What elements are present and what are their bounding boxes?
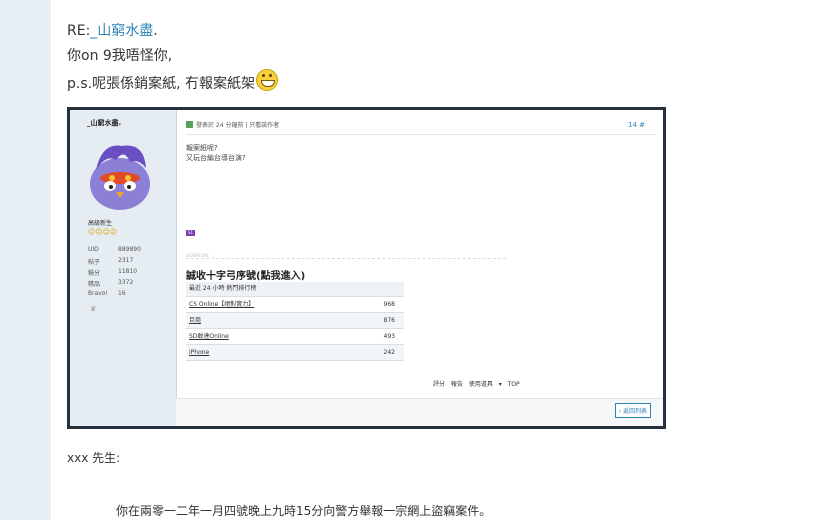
row-name[interactable]: 巨商: [189, 313, 201, 328]
author-name: _山窮水盡.: [87, 119, 122, 127]
divider: [186, 134, 656, 135]
stat-row: 積分 11810: [88, 268, 141, 279]
row-value: 968: [383, 301, 395, 308]
stat-label: 精品: [88, 281, 101, 288]
left-margin-strip: [0, 0, 51, 520]
stat-value: 16: [118, 290, 126, 297]
grin-icon: [255, 69, 278, 91]
post-footer: ‹ 返回列表: [176, 398, 663, 426]
post-line-3: p.s.呢張係銷案紙, 冇報案紙架: [67, 69, 278, 93]
stat-label: UID: [88, 246, 99, 253]
floor-number[interactable]: 14 #: [628, 121, 645, 129]
post-main: 發表於 24 分鐘前 | 只看該作者 14 # 報案紙呢? 又玩台編台導台演? …: [180, 110, 663, 398]
message-line: 又玩台編台導台演?: [186, 154, 246, 162]
reply-suffix: .: [153, 23, 158, 39]
message-line: 報案紙呢?: [186, 144, 218, 152]
stat-row: Bravo! 16: [88, 290, 141, 301]
post-line-2: 你on 9我唔怪你,: [67, 48, 173, 64]
stat-label: Bravo!: [88, 290, 108, 297]
stat-label: 帖子: [88, 259, 101, 266]
stat-value: 3372: [118, 279, 134, 286]
sidebar-footer: [70, 398, 176, 426]
author-rank: 高級新生: [88, 220, 113, 227]
table-header: 最近 24 小時 熱門排行榜: [186, 282, 404, 297]
row-value: 242: [383, 349, 395, 356]
table-row[interactable]: 巨商 876: [186, 313, 404, 329]
reply-line: RE:_山窮水盡.: [67, 20, 158, 40]
row-name[interactable]: SD敢達Online: [189, 329, 229, 344]
post-icon: [186, 121, 193, 128]
row-value: 876: [383, 317, 395, 324]
avatar: [90, 145, 150, 210]
back-to-list-button[interactable]: ‹ 返回列表: [614, 403, 651, 418]
post-actions[interactable]: 評分 報告 使用道具 ▾ TOP: [433, 379, 520, 388]
embedded-screenshot: _山窮水盡. 高級新生 ☺☺☺☺ UID 889890 帖子 2317 積分 1181…: [67, 107, 666, 429]
post-meta: 發表於 24 分鐘前 | 只看該作者: [186, 120, 279, 129]
row-name[interactable]: CS Online【絕對實力】: [189, 297, 254, 312]
reply-user-link[interactable]: _山窮水盡: [90, 23, 153, 39]
embedded-forum-post: _山窮水盡. 高級新生 ☺☺☺☺ UID 889890 帖子 2317 積分 1181…: [70, 110, 663, 426]
post-line-3-text: p.s.呢張係銷案紙, 冇報案紙架: [67, 76, 255, 92]
post-meta-text: 發表於 24 分鐘前 | 只看該作者: [196, 122, 280, 129]
row-value: 493: [383, 333, 395, 340]
reply-prefix: RE:: [67, 23, 91, 39]
author-sidebar: _山窮水盡. 高級新生 ☺☺☺☺ UID 889890 帖子 2317 積分 1181…: [70, 110, 177, 398]
stat-row: 帖子 2317: [88, 257, 141, 268]
row-name[interactable]: iPhone: [189, 345, 209, 360]
stat-value: 11810: [118, 268, 138, 275]
tag-badge: S1: [186, 230, 195, 236]
stat-row: UID 889890: [88, 246, 141, 257]
ranking-table: 最近 24 小時 熱門排行榜 CS Online【絕對實力】 968 巨商 876 …: [186, 282, 404, 361]
signature-divider: [186, 258, 506, 260]
trophy-icon: ♛: [90, 305, 97, 313]
medals: ☺☺☺☺: [88, 228, 118, 236]
author-stats: UID 889890 帖子 2317 積分 11810 精品 3372 Bravo! 16: [88, 246, 141, 301]
letter-body: 你在兩零一二年一月四號晚上九時15分向警方舉報一宗網上盜竊案件。: [116, 504, 492, 518]
post-message: 報案紙呢? 又玩台編台導台演?: [186, 143, 246, 163]
signature-title[interactable]: 誠收十字弓序號(點我進入): [186, 267, 305, 282]
table-row[interactable]: iPhone 242: [186, 345, 404, 361]
table-row[interactable]: CS Online【絕對實力】 968: [186, 297, 404, 313]
letter-salutation: xxx 先生:: [67, 451, 121, 465]
table-row[interactable]: SD敢達Online 493: [186, 329, 404, 345]
stat-value: 2317: [118, 257, 134, 264]
stat-value: 889890: [118, 246, 141, 253]
stat-row: 精品 3372: [88, 279, 141, 290]
stat-label: 積分: [88, 270, 101, 277]
